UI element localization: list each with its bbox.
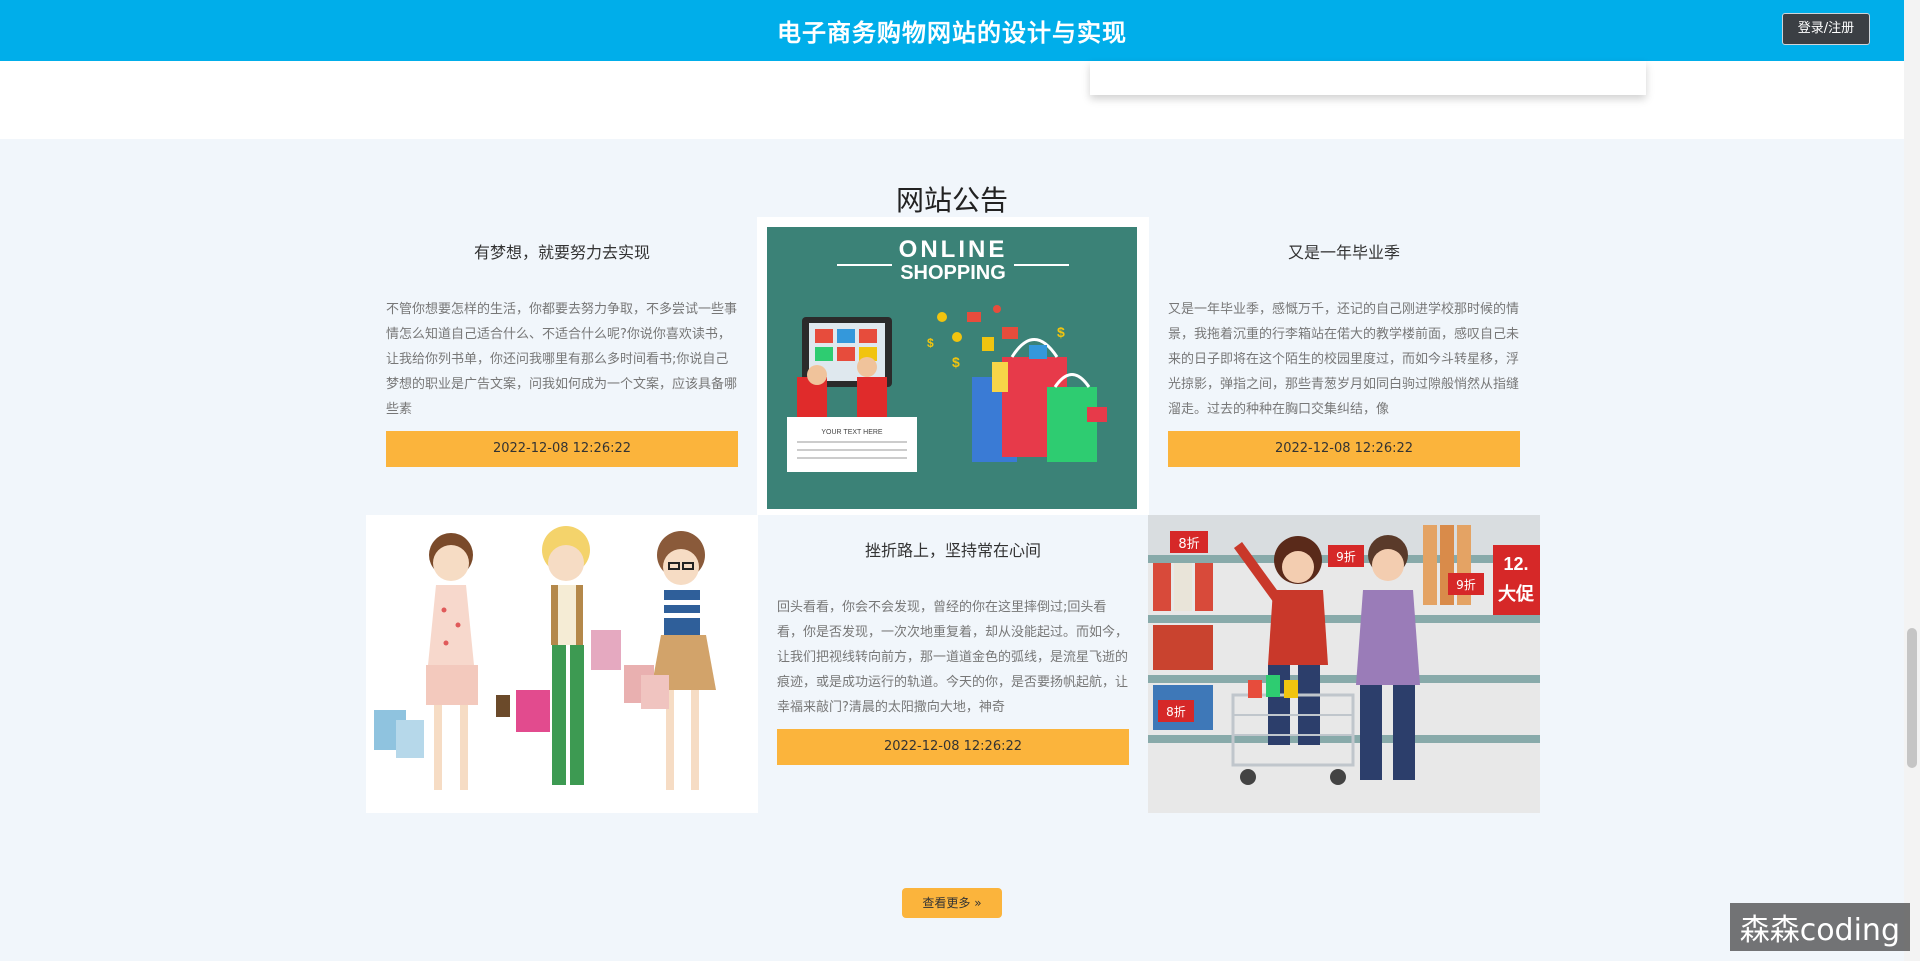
announcement-section: 网站公告 有梦想，就要努力去实现 不管你想要怎样的生活，你都要去努力争取，不多尝… [0, 139, 1904, 961]
shopping-girls-image[interactable] [366, 515, 758, 813]
announcement-title[interactable]: 有梦想，就要努力去实现 [366, 239, 758, 263]
online-shopping-line1: ONLINE [899, 236, 1008, 263]
discount-tag-1: 8折 [1178, 537, 1199, 552]
supermarket-image[interactable]: 12. 大促 8折 9折 9折 8折 [1148, 515, 1540, 813]
scrollbar[interactable] [1904, 0, 1920, 961]
promo-sign-text: 大促 [1498, 583, 1535, 605]
svg-text:$: $ [927, 336, 934, 350]
section-title: 网站公告 [895, 184, 1008, 217]
announcement-date-button[interactable]: 2022-12-08 12:26:22 [386, 431, 738, 467]
announcement-date-button[interactable]: 2022-12-08 12:26:22 [777, 729, 1129, 765]
promo-sign-number: 12. [1503, 554, 1528, 574]
online-shopping-line2: SHOPPING [900, 262, 1006, 284]
announcement-date-button[interactable]: 2022-12-08 12:26:22 [1168, 431, 1520, 467]
discount-tag-2: 9折 [1336, 549, 1356, 564]
announcement-body: 又是一年毕业季，感慨万千，还记的自己刚进学校那时候的情景，我拖着沉重的行李箱站在… [1168, 302, 1520, 417]
announcement-body: 不管你想要怎样的生活，你都要去努力争取，不多尝试一些事情怎么知道自己适合什么、不… [386, 302, 738, 417]
announcement-title[interactable]: 挫折路上，坚持常在心间 [757, 537, 1149, 561]
top-card-bottom [1090, 61, 1646, 95]
discount-tag-3: 9折 [1456, 577, 1476, 592]
scrollbar-thumb[interactable] [1907, 628, 1917, 768]
svg-text:$: $ [1057, 324, 1065, 340]
discount-tag-4: 8折 [1166, 704, 1186, 719]
announcement-body: 回头看看，你会不会发现，曾经的你在这里摔倒过;回头看看，你是否发现，一次次地重复… [777, 600, 1129, 715]
site-title: 电子商务购物网站的设计与实现 [777, 19, 1127, 47]
your-text-here-label: YOUR TEXT HERE [821, 429, 883, 436]
announcement-card[interactable]: 又是一年毕业季 又是一年毕业季，感慨万千，还记的自己刚进学校那时候的情景，我拖着… [1148, 217, 1540, 515]
online-shopping-image[interactable]: ONLINE SHOPPING YOUR TEXT HERE $ $ $ [757, 217, 1149, 515]
announcement-title[interactable]: 又是一年毕业季 [1148, 239, 1540, 263]
top-header: 电子商务购物网站的设计与实现 登录/注册 [0, 0, 1904, 61]
watermark: 森森coding [1729, 903, 1910, 951]
svg-text:$: $ [952, 354, 960, 370]
announcement-card[interactable]: 有梦想，就要努力去实现 不管你想要怎样的生活，你都要去努力争取，不多尝试一些事情… [366, 217, 758, 515]
login-register-button[interactable]: 登录/注册 [1782, 13, 1870, 45]
view-more-button[interactable]: 查看更多 » [902, 888, 1002, 918]
announcement-card[interactable]: 挫折路上，坚持常在心间 回头看看，你会不会发现，曾经的你在这里摔倒过;回头看看，… [757, 515, 1149, 813]
